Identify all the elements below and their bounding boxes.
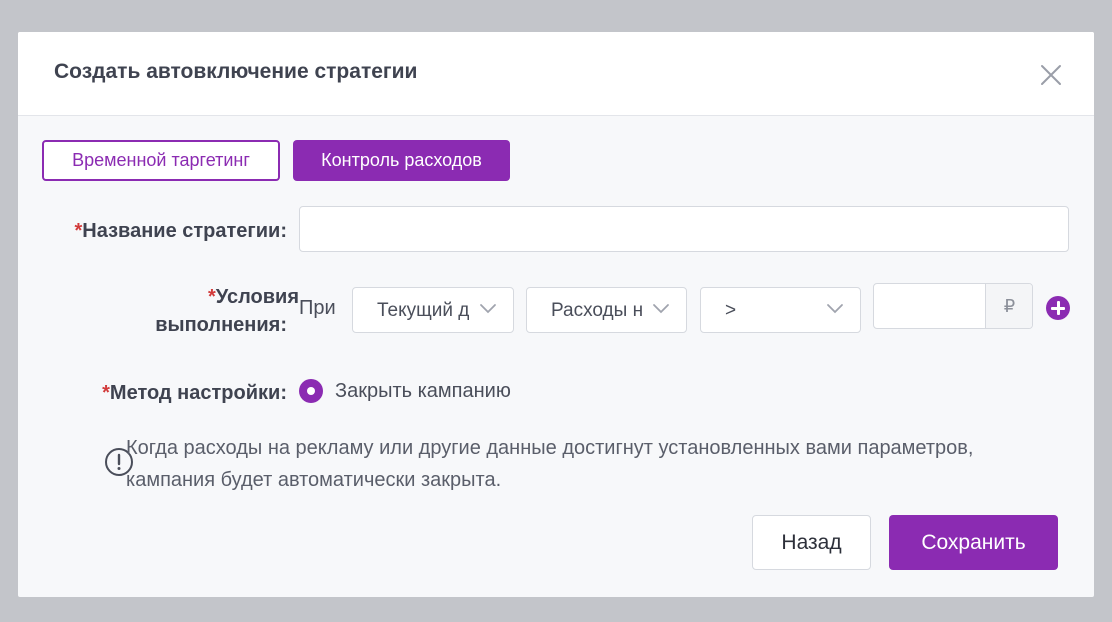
tab-spend-control[interactable]: Контроль расходов (293, 140, 510, 181)
back-button[interactable]: Назад (752, 515, 871, 570)
chevron-down-icon (827, 304, 843, 314)
info-message: Когда расходы на рекламу или другие данн… (126, 437, 974, 491)
period-select[interactable]: Текущий день (352, 287, 514, 333)
save-button[interactable]: Сохранить (889, 515, 1058, 570)
metric-select[interactable]: Расходы на рекламу (526, 287, 687, 333)
conditions-label: *Условия выполнения: (155, 286, 299, 336)
required-mark: * (207, 286, 216, 308)
period-select-value: Текущий день (377, 300, 469, 321)
amount-input[interactable] (874, 284, 985, 328)
method-label: *Метод настройки: (102, 382, 287, 404)
plus-circle-icon[interactable] (1046, 296, 1070, 320)
chevron-down-icon (480, 304, 496, 314)
close-campaign-label[interactable]: Закрыть кампанию (335, 380, 511, 403)
close-icon[interactable] (1038, 62, 1064, 88)
currency-addon: ₽ (985, 284, 1032, 328)
tab-time-targeting[interactable]: Временной таргетинг (42, 140, 280, 181)
modal-title: Создать автовключение стратегии (54, 60, 418, 83)
chevron-down-icon (653, 304, 669, 314)
modal-header: Создать автовключение стратегии (18, 32, 1094, 116)
strategy-tabs: Временной таргетинг Контроль расходов (42, 140, 510, 181)
create-strategy-modal: Создать автовключение стратегии Временно… (18, 32, 1094, 597)
close-campaign-radio[interactable] (299, 379, 323, 403)
operator-select[interactable]: > (700, 287, 861, 333)
metric-select-value: Расходы на рекламу (551, 300, 642, 321)
conditions-prefix: При (299, 297, 336, 319)
strategy-name-label: *Название стратегии: (74, 220, 287, 242)
required-mark: * (102, 382, 110, 404)
operator-select-value: > (725, 300, 737, 321)
amount-field: ₽ (873, 283, 1033, 329)
strategy-name-input[interactable] (299, 206, 1069, 252)
